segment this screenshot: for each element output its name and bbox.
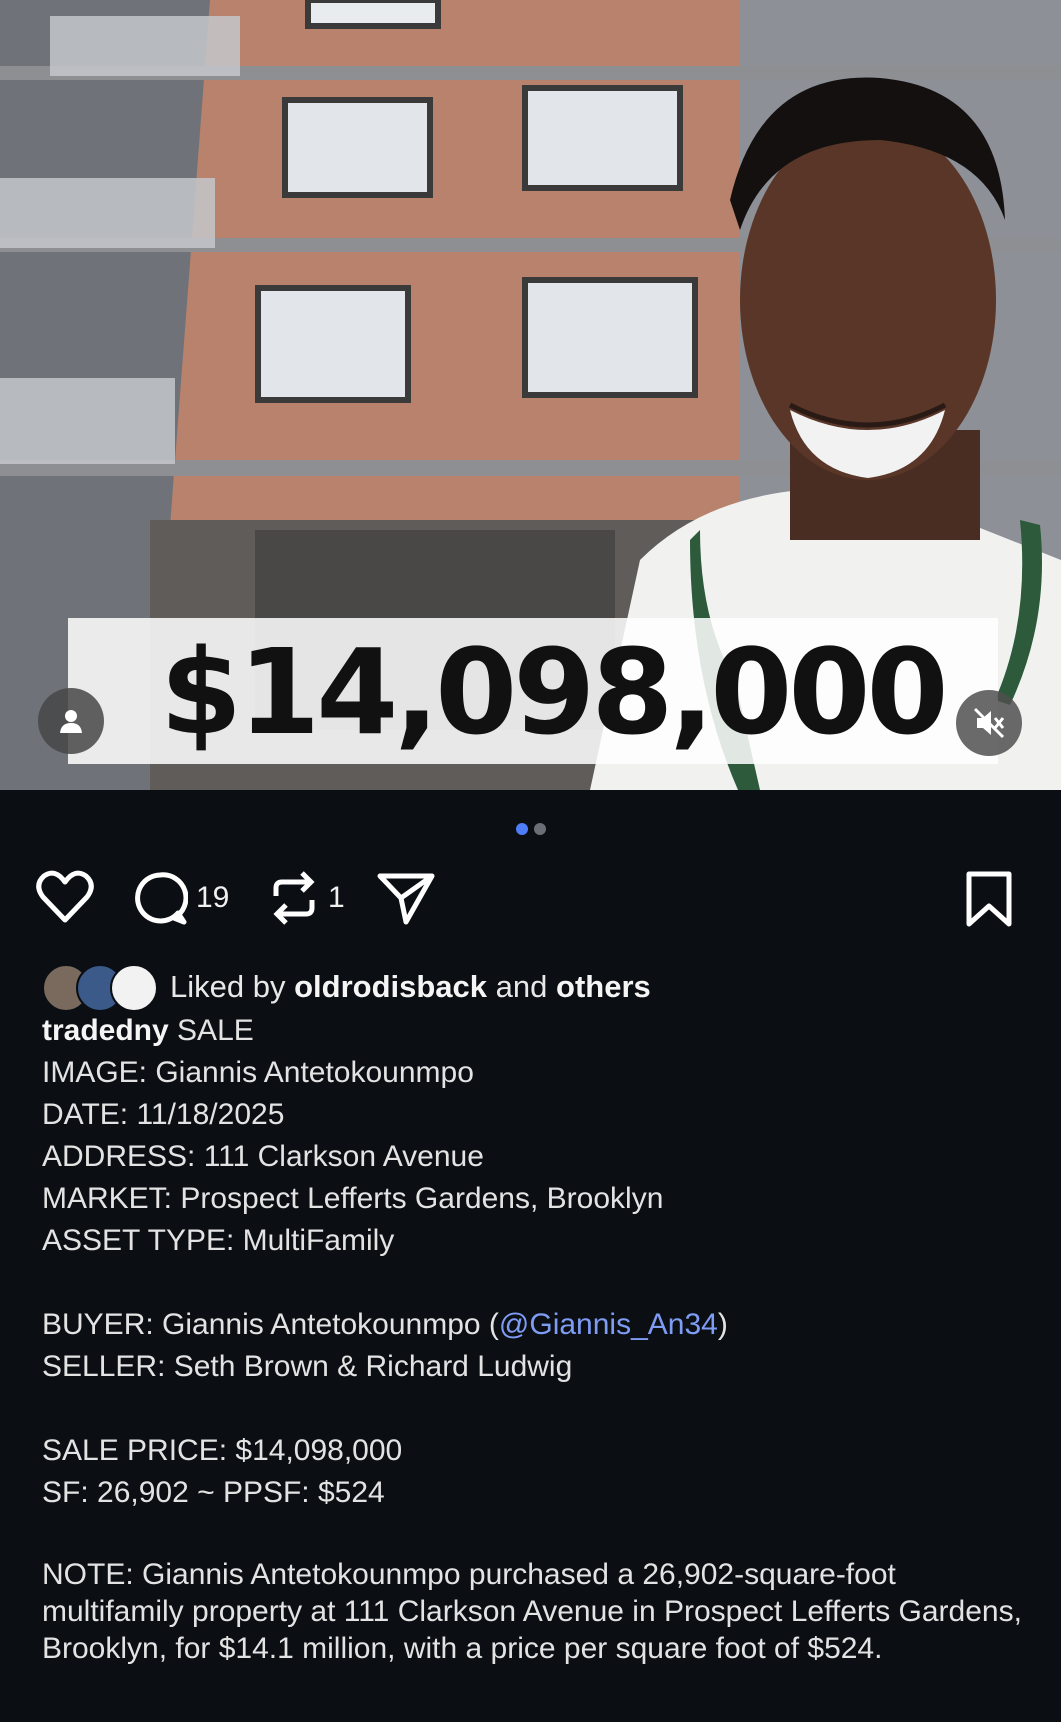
- caption-buyer: BUYER: Giannis Antetokounmpo (@Giannis_A…: [42, 1304, 1032, 1346]
- liked-by-middle: and: [495, 969, 548, 1004]
- caption-asset-type: ASSET TYPE: MultiFamily: [42, 1224, 395, 1257]
- save-button[interactable]: [964, 870, 1014, 928]
- caption-sf: SF: 26,902 ~ PPSF: $524: [42, 1476, 385, 1509]
- caption-market: MARKET: Prospect Lefferts Gardens, Brook…: [42, 1182, 664, 1215]
- bookmark-icon: [966, 871, 1012, 927]
- carousel-dot-active[interactable]: [515, 823, 528, 835]
- caption-sale: SALE: [177, 1014, 254, 1047]
- avatar: [110, 964, 158, 1012]
- price-overlay: $14,098,000: [160, 623, 949, 761]
- post-username[interactable]: tradedny: [42, 1014, 169, 1047]
- send-icon: [377, 873, 435, 925]
- liked-by-text: Liked by oldrodisback and others: [170, 969, 651, 1005]
- share-button[interactable]: [376, 870, 436, 926]
- post-media[interactable]: $14,098,000: [0, 0, 1061, 790]
- caption-image: IMAGE: Giannis Antetokounmpo: [42, 1056, 474, 1089]
- caption-sale-price: SALE PRICE: $14,098,000: [42, 1434, 403, 1467]
- carousel-dot[interactable]: [533, 823, 546, 835]
- caption-note: NOTE: Giannis Antetokounmpo purchased a …: [42, 1558, 1022, 1665]
- buyer-text: BUYER: Giannis Antetokounmpo (: [42, 1308, 499, 1341]
- liker-avatars: [42, 964, 160, 1012]
- speaker-muted-icon[interactable]: [956, 690, 1022, 756]
- comment-count: 19: [196, 881, 230, 914]
- repost-count: 1: [328, 881, 345, 914]
- liked-by-prefix: Liked by: [170, 969, 286, 1004]
- action-bar: 19 1: [36, 870, 1026, 940]
- caption-date: DATE: 11/18/2025: [42, 1098, 285, 1131]
- buyer-suffix: ): [717, 1308, 728, 1341]
- liked-by-others[interactable]: others: [556, 969, 651, 1004]
- heart-icon: [36, 870, 94, 923]
- repost-button[interactable]: 1: [268, 870, 345, 926]
- like-button[interactable]: [36, 870, 94, 924]
- person-icon[interactable]: [38, 688, 104, 754]
- carousel-indicator: [0, 822, 1061, 840]
- caption-seller: SELLER: Seth Brown & Richard Ludwig: [42, 1350, 573, 1383]
- comment-button[interactable]: 19: [132, 870, 229, 926]
- repost-icon: [273, 871, 315, 925]
- post-caption: tradedny SALE IMAGE: Giannis Antetokounm…: [42, 1010, 1032, 1667]
- buyer-mention-link[interactable]: @Giannis_An34: [499, 1308, 718, 1341]
- caption-address: ADDRESS: 111 Clarkson Avenue: [42, 1140, 484, 1173]
- liked-by-user[interactable]: oldrodisback: [294, 969, 487, 1004]
- caption-first-line: tradedny SALE: [42, 1010, 1032, 1052]
- comment-bubble-icon: [135, 872, 188, 925]
- liked-by-row[interactable]: Liked by oldrodisback and others: [42, 964, 651, 1012]
